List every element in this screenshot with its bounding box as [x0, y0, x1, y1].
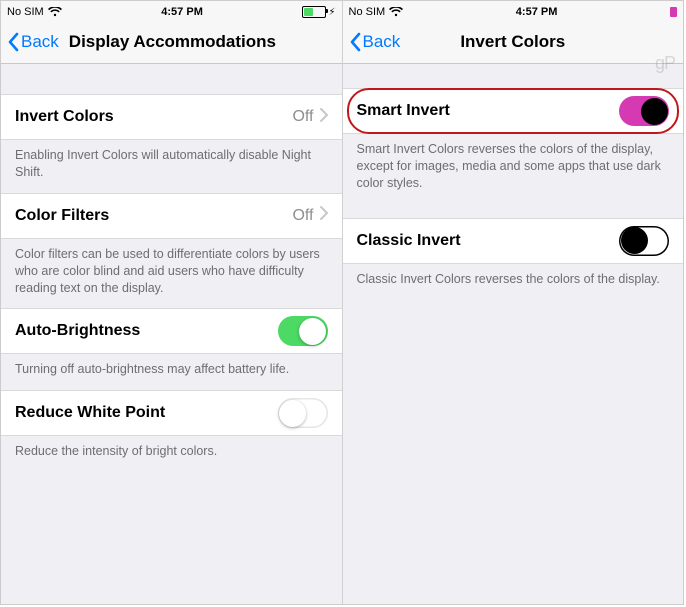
row-smart-invert: Smart Invert — [343, 88, 684, 134]
row-label: Auto-Brightness — [15, 322, 278, 340]
row-footer: Enabling Invert Colors will automaticall… — [1, 140, 342, 193]
back-button[interactable]: Back — [343, 32, 401, 52]
chevron-right-icon — [320, 108, 328, 127]
status-time: 4:57 PM — [161, 6, 203, 18]
toggle-auto-brightness[interactable] — [278, 316, 328, 346]
row-label: Classic Invert — [357, 232, 620, 250]
row-auto-brightness: Auto-Brightness — [1, 308, 342, 354]
settings-content: Invert Colors Off Enabling Invert Colors… — [1, 64, 342, 604]
carrier-text: No SIM — [349, 6, 386, 18]
battery-icon-inverted — [670, 7, 677, 17]
page-title: Display Accommodations — [69, 32, 276, 52]
back-label: Back — [21, 32, 59, 52]
chevron-right-icon — [320, 206, 328, 225]
status-bar: No SIM 4:57 PM ⚡︎ — [1, 1, 342, 21]
status-time: 4:57 PM — [516, 6, 558, 18]
row-reduce-white-point: Reduce White Point — [1, 390, 342, 436]
nav-bar: Back Display Accommodations — [1, 21, 342, 64]
row-footer: Turning off auto-brightness may affect b… — [1, 354, 342, 390]
row-footer: Classic Invert Colors reverses the color… — [343, 264, 684, 300]
toggle-reduce-white-point[interactable] — [278, 398, 328, 428]
toggle-classic-invert[interactable] — [619, 226, 669, 256]
row-footer: Smart Invert Colors reverses the colors … — [343, 134, 684, 204]
status-bar: No SIM 4:57 PM — [343, 1, 684, 21]
back-label: Back — [363, 32, 401, 52]
row-color-filters[interactable]: Color Filters Off — [1, 193, 342, 239]
row-label: Smart Invert — [357, 102, 620, 120]
carrier-text: No SIM — [7, 6, 44, 18]
chevron-left-icon — [7, 32, 19, 52]
back-button[interactable]: Back — [1, 32, 59, 52]
row-label: Color Filters — [15, 207, 292, 225]
nav-bar: Back Invert Colors — [343, 21, 684, 64]
phone-right: No SIM 4:57 PM Back Invert Colors gP Sma — [342, 1, 684, 604]
row-value: Off — [292, 108, 313, 126]
phone-left: No SIM 4:57 PM ⚡︎ Back Display Accommoda… — [1, 1, 342, 604]
settings-content: Smart Invert Smart Invert Colors reverse… — [343, 64, 684, 604]
wifi-icon — [389, 7, 403, 17]
row-label: Invert Colors — [15, 108, 292, 126]
wifi-icon — [48, 7, 62, 17]
row-value: Off — [292, 207, 313, 225]
row-label: Reduce White Point — [15, 404, 278, 422]
screenshot-container: No SIM 4:57 PM ⚡︎ Back Display Accommoda… — [0, 0, 684, 605]
row-footer: Reduce the intensity of bright colors. — [1, 436, 342, 472]
row-classic-invert: Classic Invert — [343, 218, 684, 264]
chevron-left-icon — [349, 32, 361, 52]
battery-icon: ⚡︎ — [302, 6, 335, 18]
toggle-smart-invert[interactable] — [619, 96, 669, 126]
row-invert-colors[interactable]: Invert Colors Off — [1, 94, 342, 140]
row-footer: Color filters can be used to differentia… — [1, 239, 342, 309]
